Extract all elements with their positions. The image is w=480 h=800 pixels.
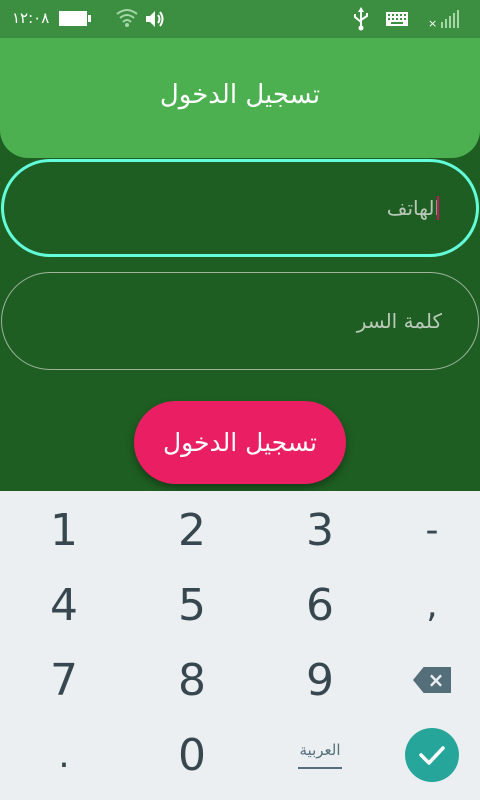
svg-text:×: × xyxy=(428,17,437,30)
text-cursor xyxy=(437,196,439,220)
login-button[interactable]: تسجيل الدخول xyxy=(134,401,346,484)
key-2[interactable]: 2 xyxy=(132,492,252,568)
key-6[interactable]: 6 xyxy=(260,567,380,643)
wifi-icon xyxy=(116,9,138,27)
phone-input[interactable] xyxy=(34,162,440,254)
password-field-container[interactable] xyxy=(1,272,479,370)
checkmark-icon xyxy=(419,746,445,765)
key-comma[interactable]: , xyxy=(372,567,480,643)
language-label: العربية xyxy=(299,741,341,759)
key-7[interactable]: 7 xyxy=(4,642,124,718)
backspace-key[interactable]: × xyxy=(372,642,480,718)
backspace-icon: × xyxy=(413,667,451,693)
signal-icon: × xyxy=(428,10,459,30)
phone-field-container[interactable] xyxy=(1,159,479,257)
status-bar: ١٢:٠٨ × xyxy=(0,0,480,38)
enter-key[interactable] xyxy=(372,717,480,793)
key-period[interactable]: . xyxy=(4,717,124,793)
usb-icon xyxy=(354,7,368,31)
key-8[interactable]: 8 xyxy=(132,642,252,718)
enter-circle xyxy=(405,728,459,782)
key-minus[interactable]: - xyxy=(372,492,480,568)
app-header: تسجيل الدخول xyxy=(0,38,480,158)
keyboard-icon xyxy=(386,12,408,26)
language-switch-key[interactable]: العربية xyxy=(260,717,380,793)
key-1[interactable]: 1 xyxy=(4,492,124,568)
numeric-keyboard: 1 2 3 - 4 5 6 , 7 8 9 × . 0 العربية xyxy=(0,491,480,800)
key-5[interactable]: 5 xyxy=(132,567,252,643)
language-underline xyxy=(298,767,342,769)
page-title: تسجيل الدخول xyxy=(159,80,321,110)
status-time: ١٢:٠٨ xyxy=(12,9,50,27)
key-4[interactable]: 4 xyxy=(4,567,124,643)
battery-icon xyxy=(59,11,91,26)
key-3[interactable]: 3 xyxy=(260,492,380,568)
key-9[interactable]: 9 xyxy=(260,642,380,718)
key-0[interactable]: 0 xyxy=(132,717,252,793)
volume-icon xyxy=(146,11,164,27)
password-input[interactable] xyxy=(32,273,442,369)
